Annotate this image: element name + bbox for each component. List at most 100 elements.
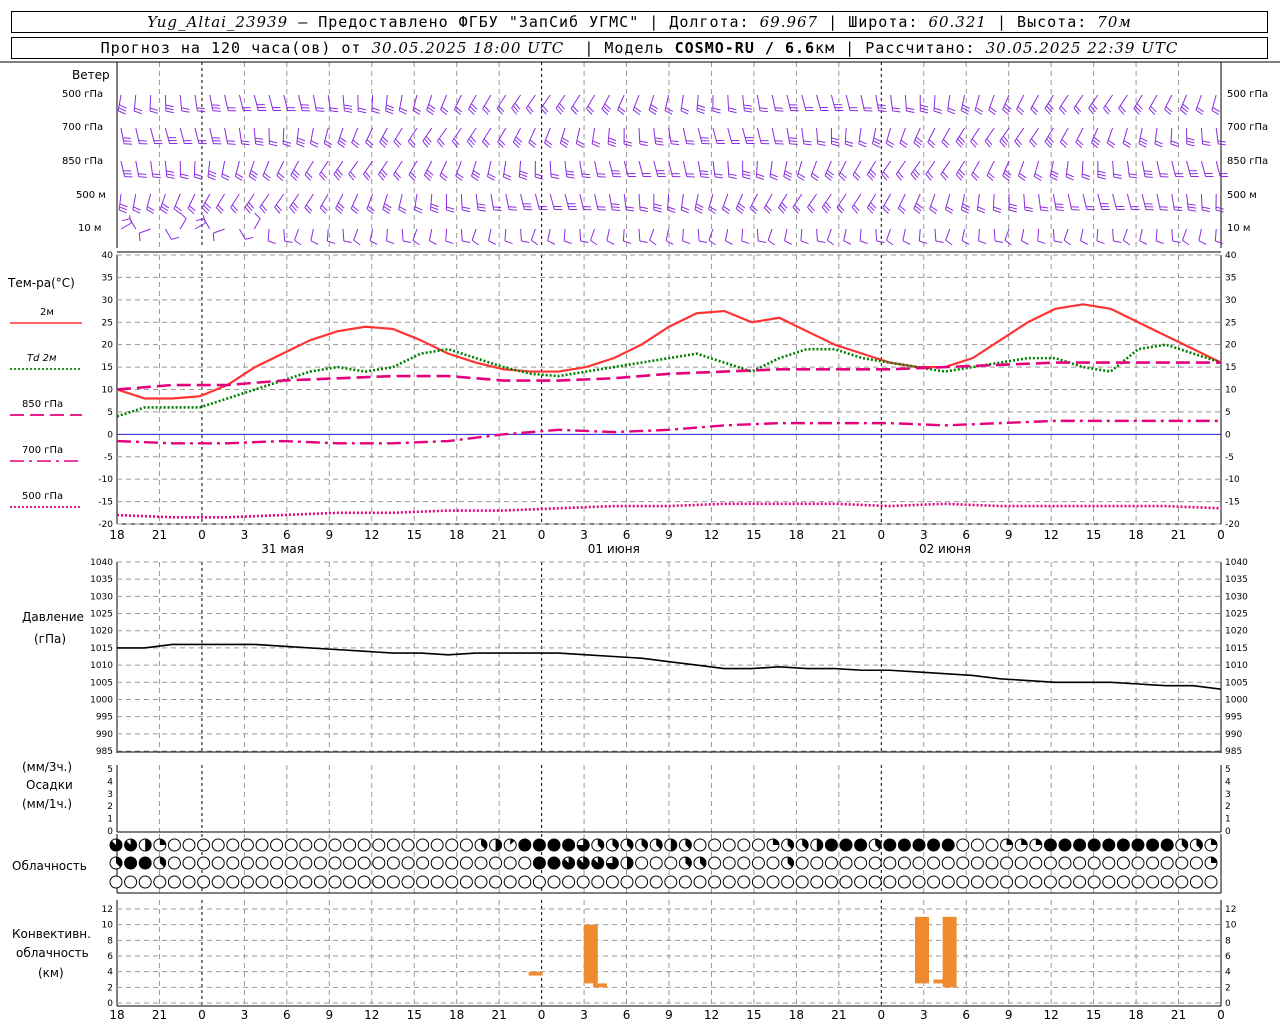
wind-barb-feather <box>181 107 190 110</box>
wind-barb-staff <box>682 228 684 242</box>
wind-barb-feather <box>212 110 221 112</box>
wind-barb-feather <box>445 240 454 245</box>
wind-barb-staff <box>792 193 803 208</box>
cloud-cover-symbol <box>1204 838 1218 852</box>
conv-hour-tick: 0 <box>877 1008 885 1022</box>
wind-barb-feather <box>591 143 600 148</box>
cloud-cover-symbol <box>824 875 838 889</box>
wind-barb-staff <box>665 228 670 241</box>
wind-barb-staff <box>756 94 761 111</box>
cloud-circle <box>912 856 926 870</box>
cloud-cover-symbol <box>503 838 517 852</box>
cloud-cover-symbol <box>1029 838 1043 852</box>
wind-barb-staff <box>1058 94 1069 109</box>
cloud-circle <box>255 838 269 852</box>
cloud-cover-symbol <box>591 838 605 852</box>
cloud-circle <box>299 838 313 852</box>
wind-barb-feather <box>197 110 206 113</box>
conv-hour-tick: 3 <box>920 1008 928 1022</box>
cloud-cover-symbol <box>1189 856 1203 870</box>
cloud-circle <box>781 875 795 889</box>
wind-barb-feather <box>118 110 126 115</box>
cloud-fill-partial <box>159 839 166 845</box>
wind-barb-staff <box>401 228 404 242</box>
wind-barb-staff <box>940 160 951 175</box>
cloud-cover-symbol <box>839 838 853 852</box>
cloud-cover-symbol <box>1146 856 1160 870</box>
cloud-cover-symbol <box>693 838 707 852</box>
wind-barb-feather <box>122 137 131 139</box>
wind-barb-feather <box>607 143 616 148</box>
wind-barb-feather <box>284 240 293 243</box>
cloud-circle <box>1000 875 1014 889</box>
conv-bar <box>942 916 957 988</box>
wind-barb-staff <box>209 94 214 111</box>
cloud-cover-symbol <box>313 838 327 852</box>
cloud-circle <box>255 856 269 870</box>
wind-barb-feather <box>1009 209 1018 213</box>
cloud-fill-partial <box>1021 839 1028 845</box>
cloud-circle <box>299 856 313 870</box>
cloud-fill-full <box>518 839 531 851</box>
cloud-cover-symbol <box>912 838 926 852</box>
wind-barb-staff <box>617 94 625 110</box>
cloud-cover-symbol <box>138 875 152 889</box>
cloud-circle <box>547 875 561 889</box>
wind-barb-feather <box>358 107 367 111</box>
conv-hour-tick: 3 <box>241 1008 249 1022</box>
wind-barb-staff <box>821 193 832 208</box>
cloud-cover-symbol <box>810 875 824 889</box>
wind-barb-feather <box>708 239 716 246</box>
cloud-cover-symbol <box>985 875 999 889</box>
cloud-cover-symbol <box>182 875 196 889</box>
cloud-cover-symbol <box>474 856 488 870</box>
cloud-circle <box>722 838 736 852</box>
wind-barb-staff <box>530 228 536 241</box>
wind-barb-feather <box>1008 203 1017 207</box>
wind-barb-staff <box>253 94 259 111</box>
temp-hour-tick: 12 <box>1044 528 1059 542</box>
cloud-circle <box>313 875 327 889</box>
wind-barb-feather <box>575 143 584 148</box>
wind-barb-staff <box>899 127 906 144</box>
wind-barb-feather <box>1173 206 1182 209</box>
temp-tick-left: 0 <box>107 430 113 440</box>
cloud-cover-symbol <box>1058 838 1072 852</box>
pressure-tick-right: 1000 <box>1225 695 1248 705</box>
wind-barb-feather <box>681 209 689 214</box>
pressure-tick-right: 985 <box>1225 747 1242 757</box>
wind-barb-staff <box>460 228 463 242</box>
cloud-circle <box>1116 875 1130 889</box>
cloud-circle <box>927 875 941 889</box>
temp-hour-tick: 21 <box>831 528 846 542</box>
cloud-cover-symbol <box>693 856 707 870</box>
cloud-circle <box>459 875 473 889</box>
cloud-cover-symbol <box>299 838 313 852</box>
wind-barb-staff <box>1016 94 1025 110</box>
wind-barb-staff <box>1186 193 1189 210</box>
wind-barb-feather <box>789 143 798 145</box>
wind-barb-staff <box>1082 193 1088 210</box>
conv-hour-tick: 15 <box>746 1008 761 1022</box>
cloud-circle <box>197 875 211 889</box>
wind-barb-staff <box>505 193 510 210</box>
temp-hour-tick: 18 <box>449 528 464 542</box>
cloud-cover-symbol <box>1102 856 1116 870</box>
wind-barb-staff <box>579 160 583 177</box>
wind-barb-feather <box>399 107 408 112</box>
cloud-circle <box>824 875 838 889</box>
cloud-cover-symbol <box>839 856 853 870</box>
cloud-circle <box>255 875 269 889</box>
cloud-cover-symbol <box>1204 856 1218 870</box>
wind-barb-staff <box>563 228 566 242</box>
cloud-circle <box>138 875 152 889</box>
cloud-circle <box>328 838 342 852</box>
cloud-circle <box>985 856 999 870</box>
wind-barb-staff <box>984 127 995 142</box>
wind-barb-staff <box>564 193 570 210</box>
wind-barb-feather <box>503 176 511 181</box>
cloud-circle <box>970 875 984 889</box>
wind-barb-staff <box>350 193 359 209</box>
temp-tick-left: 40 <box>102 251 114 261</box>
wind-barb-feather <box>872 140 881 145</box>
